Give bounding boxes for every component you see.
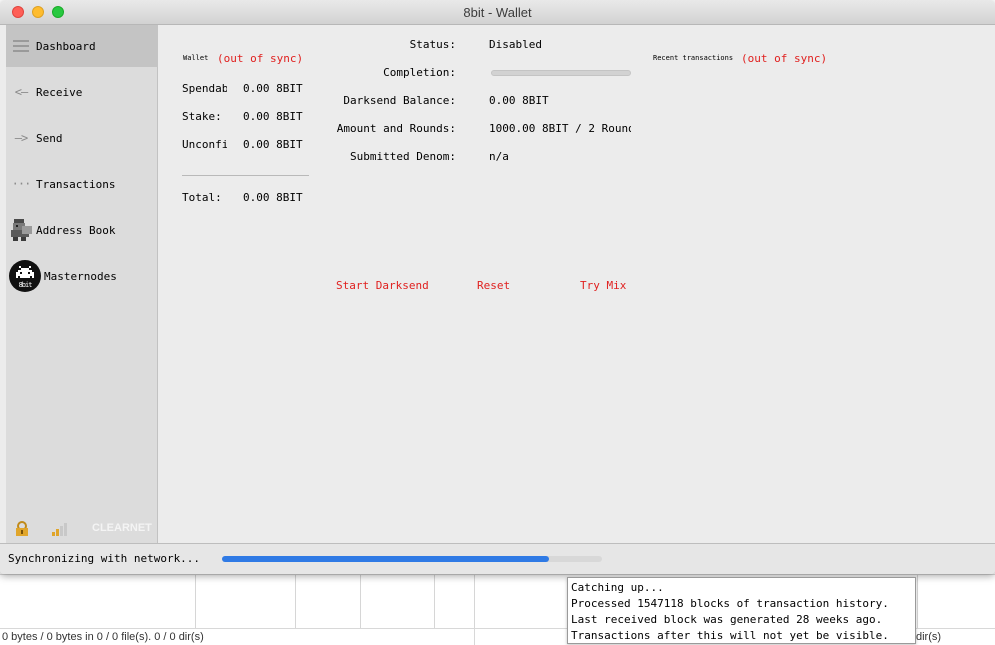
recent-transactions-heading: Recent transactions — [653, 54, 734, 62]
background-status-separator — [474, 629, 475, 645]
wallet-window: 8bit - Wallet Dashboard <— Receive —> Se… — [0, 0, 995, 574]
tooltip-line: Catching up... — [571, 581, 664, 594]
total-value: 0.00 8BIT — [243, 191, 303, 204]
completion-progress-bar — [491, 70, 631, 76]
sync-status-text: Synchronizing with network... — [8, 552, 201, 565]
background-column — [435, 575, 475, 629]
recent-sync-status: (out of sync) — [741, 52, 828, 65]
completion-label: Completion: — [383, 66, 456, 79]
background-column — [361, 575, 435, 629]
unconfirmed-label: Unconfirmed: — [182, 138, 227, 151]
try-mix-button[interactable]: Try Mix — [580, 279, 626, 292]
sidebar-item-label: Address Book — [36, 223, 116, 237]
masternodes-badge-text: 8bit — [19, 281, 33, 289]
sidebar-item-receive[interactable]: <— Receive — [6, 71, 158, 113]
background-status-left: 0 bytes / 0 bytes in 0 / 0 file(s). 0 / … — [2, 631, 204, 643]
sync-progress-bar — [222, 556, 602, 562]
sidebar-item-transactions[interactable]: ··· Transactions — [6, 163, 158, 205]
sidebar-item-send[interactable]: —> Send — [6, 117, 158, 159]
darksend-status-value: Disabled — [489, 38, 542, 51]
amount-rounds-label: Amount and Rounds: — [336, 122, 456, 135]
signal-strength-icon[interactable] — [52, 522, 68, 536]
darksend-status-label: Status: — [409, 38, 456, 51]
sidebar-item-label: Receive — [36, 85, 83, 99]
sidebar-item-address-book[interactable]: Address Book — [6, 209, 158, 251]
sidebar-item-label: Send — [36, 131, 63, 145]
spendable-label: Spendable: — [182, 82, 227, 95]
menu-icon — [6, 40, 36, 52]
wallet-heading: Wallet — [183, 54, 209, 62]
balance-divider — [182, 175, 309, 176]
window-title: 8bit - Wallet — [463, 5, 532, 20]
dots-icon: ··· — [11, 177, 32, 191]
spendable-value: 0.00 8BIT — [243, 82, 303, 95]
darksend-balance-label: Darksend Balance: — [343, 94, 456, 107]
tooltip-line: Transactions after this will not yet be … — [571, 629, 889, 642]
amount-rounds-value: 1000.00 8BIT / 2 Rounds — [489, 122, 631, 135]
sidebar-item-label: Dashboard — [36, 39, 96, 53]
status-bar: Synchronizing with network... — [0, 543, 995, 574]
sync-progress-fill — [222, 556, 549, 562]
total-label: Total: — [182, 191, 222, 204]
background-status-right: dir(s) — [916, 631, 942, 643]
network-mode-label: CLEARNET — [92, 522, 152, 534]
submitted-denom-value: n/a — [489, 150, 509, 163]
unconfirmed-value: 0.00 8BIT — [243, 138, 303, 151]
darksend-balance-value: 0.00 8BIT — [489, 94, 549, 107]
sync-tooltip: Catching up... Processed 1547118 blocks … — [567, 577, 916, 644]
tooltip-line: Last received block was generated 28 wee… — [571, 613, 883, 626]
title-bar[interactable]: 8bit - Wallet — [0, 0, 995, 25]
background-column — [0, 575, 196, 629]
sidebar-item-label: Masternodes — [44, 269, 117, 283]
lock-icon[interactable] — [15, 521, 29, 537]
tooltip-line: Processed 1547118 blocks of transaction … — [571, 597, 889, 610]
stake-label: Stake: — [182, 110, 222, 123]
overview-panel: Wallet (out of sync) Spendable: 0.00 8BI… — [159, 25, 993, 543]
send-arrow-icon: —> — [14, 131, 28, 145]
start-darksend-button[interactable]: Start Darksend — [336, 279, 429, 292]
submitted-denom-label: Submitted Denom: — [350, 150, 456, 163]
receive-arrow-icon: <— — [14, 85, 28, 99]
background-column — [196, 575, 296, 629]
address-book-icon — [6, 217, 36, 243]
sidebar: Dashboard <— Receive —> Send ··· Transac… — [6, 25, 158, 543]
sidebar-item-dashboard[interactable]: Dashboard — [6, 25, 158, 67]
wallet-sync-status: (out of sync) — [217, 52, 304, 65]
sidebar-item-masternodes[interactable]: 8bit Masternodes — [6, 255, 158, 297]
reset-button[interactable]: Reset — [477, 279, 510, 292]
background-column — [296, 575, 361, 629]
masternodes-logo-icon: 8bit — [6, 260, 44, 292]
sidebar-item-label: Transactions — [36, 177, 116, 191]
stake-value: 0.00 8BIT — [243, 110, 303, 123]
